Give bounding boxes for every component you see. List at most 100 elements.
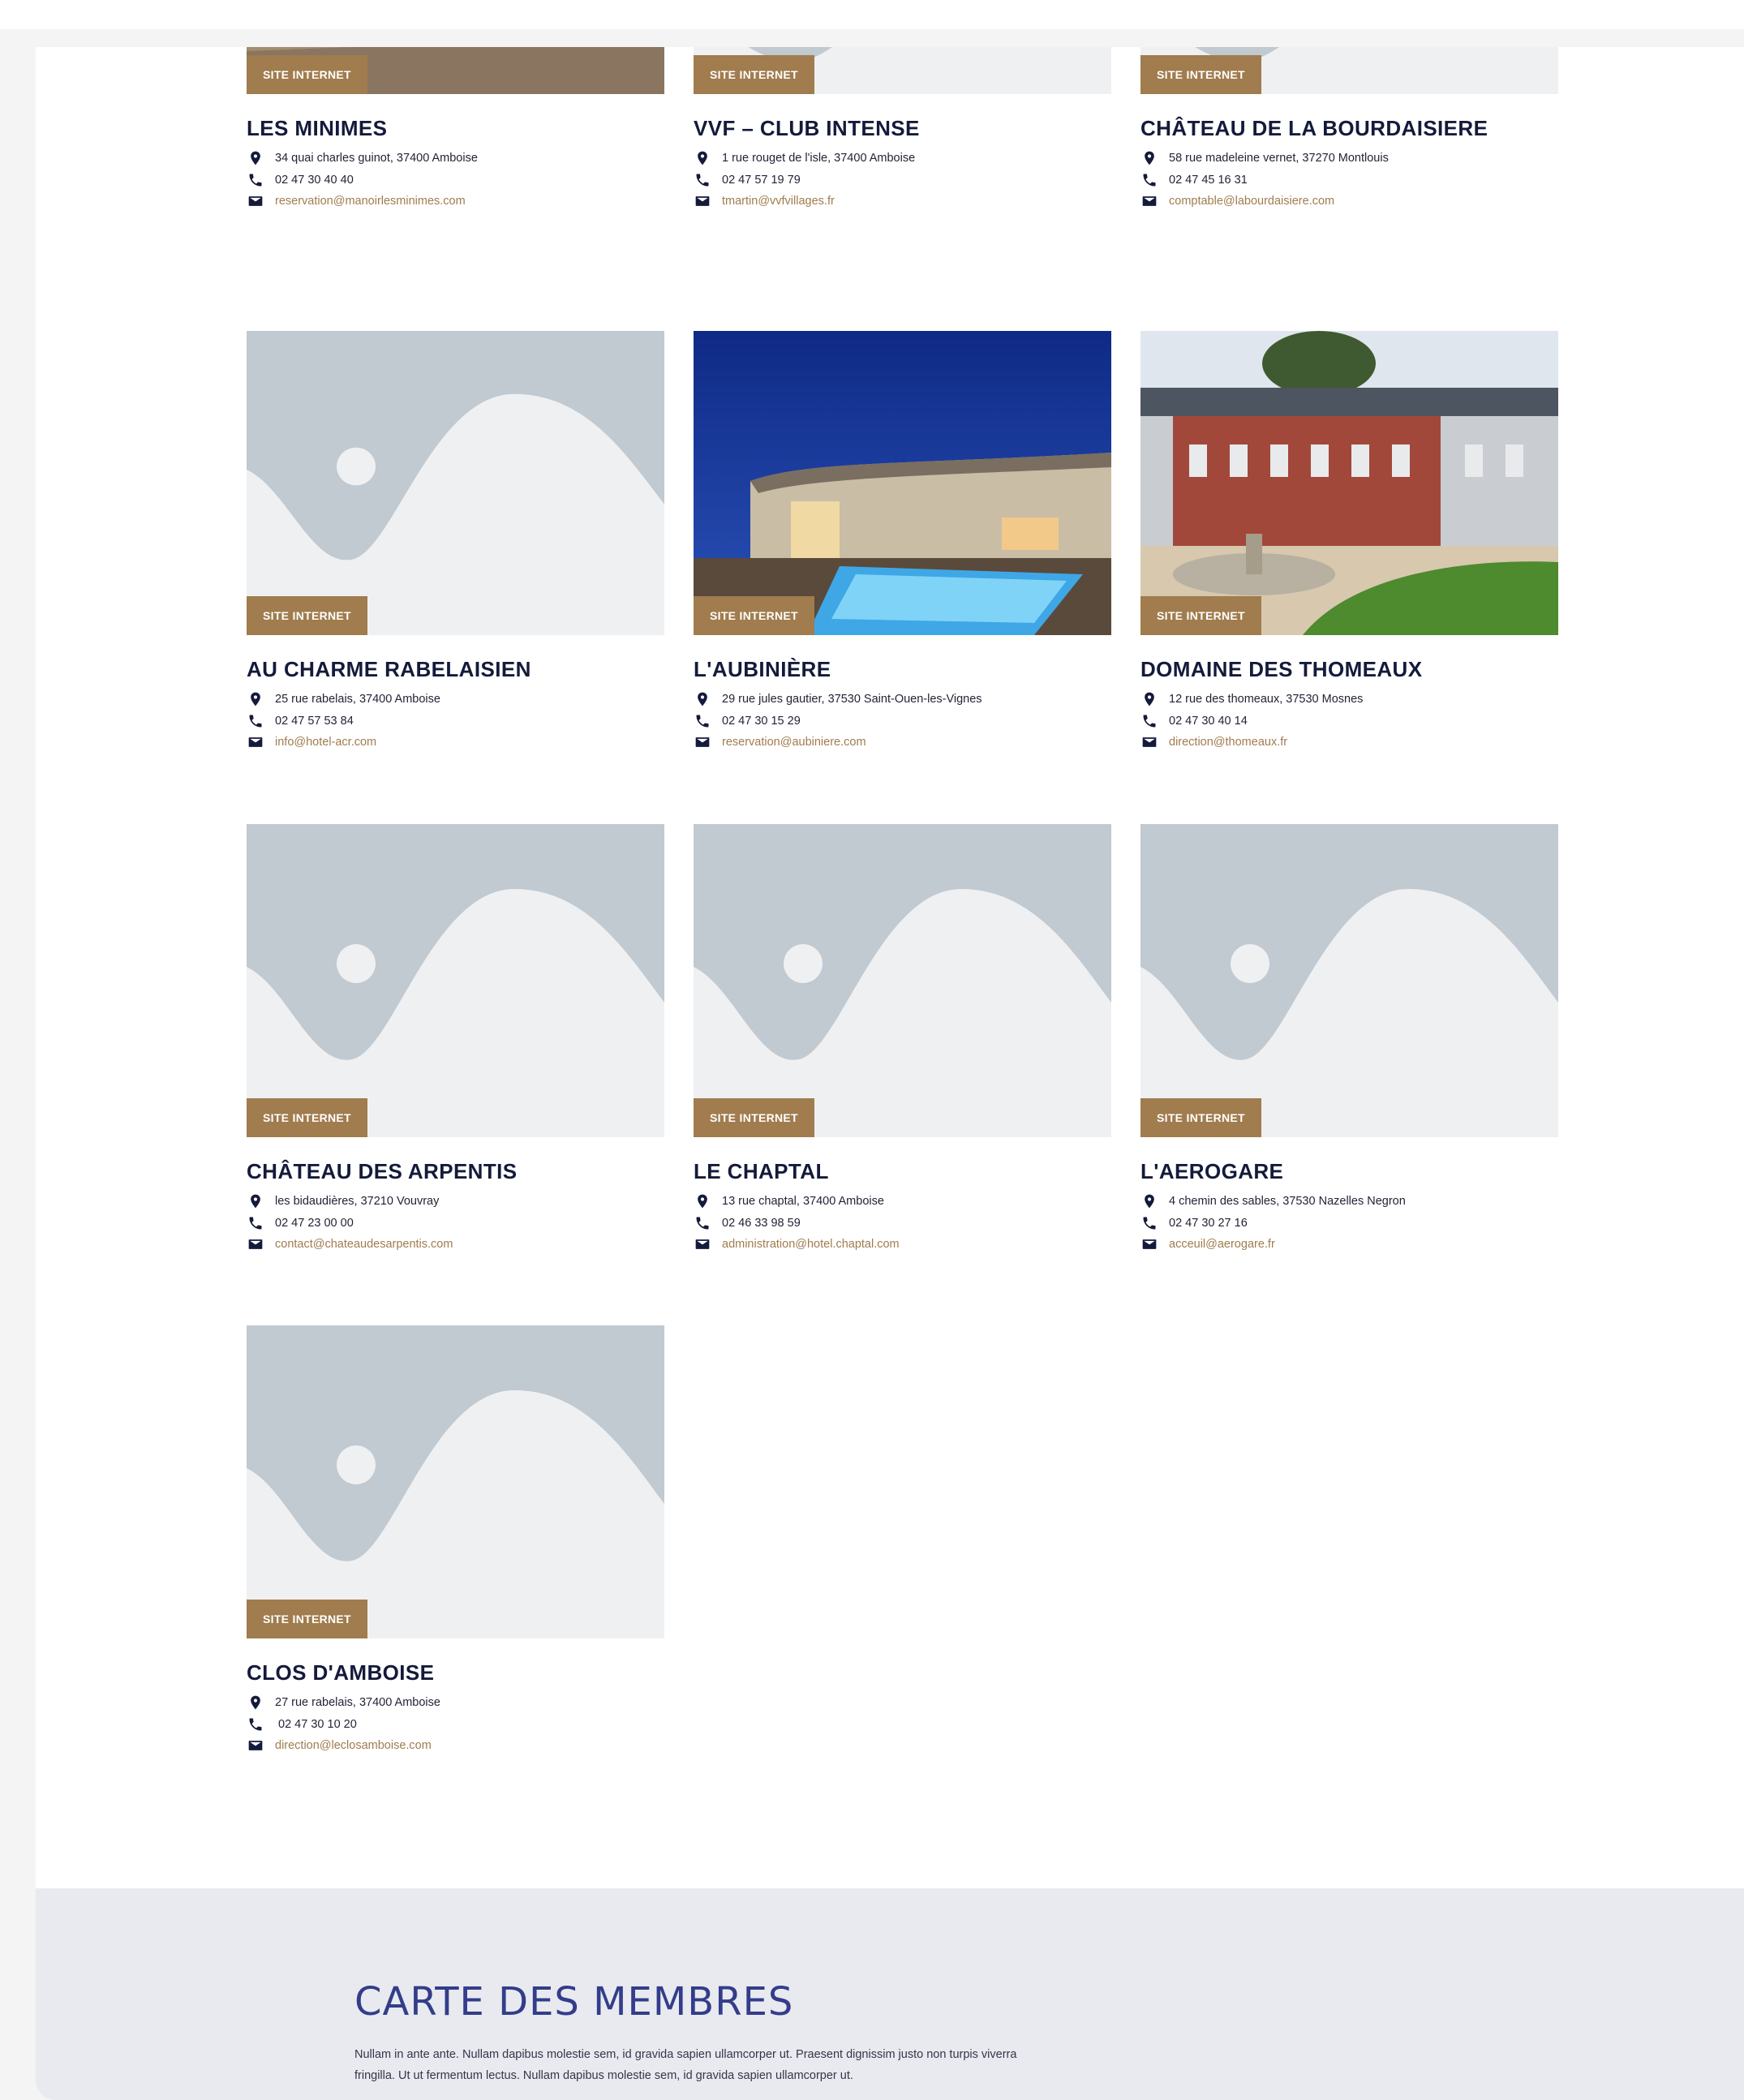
member-image[interactable]: SITE INTERNET <box>247 824 664 1137</box>
envelope-icon <box>248 1239 263 1250</box>
member-name[interactable]: CHÂTEAU DE LA BOURDAISIERE <box>1140 115 1558 141</box>
map-pin-icon <box>1140 1193 1158 1209</box>
envelope-icon <box>1140 193 1158 209</box>
member-name[interactable]: L'AEROGARE <box>1140 1158 1558 1184</box>
site-internet-button[interactable]: SITE INTERNET <box>1140 596 1261 635</box>
member-phone-row: 02 47 30 15 29 <box>694 711 1111 732</box>
member-email-link[interactable]: tmartin@vvfvillages.fr <box>722 195 835 208</box>
map-pin-icon <box>247 1694 264 1711</box>
member-email-link[interactable]: comptable@labourdaisiere.com <box>1169 195 1334 208</box>
site-internet-button[interactable]: SITE INTERNET <box>694 1098 814 1137</box>
member-address-row: 58 rue madeleine vernet, 37270 Montlouis <box>1140 148 1558 170</box>
member-name[interactable]: LES MINIMES <box>247 115 664 141</box>
member-email-link[interactable]: administration@hotel.chaptal.com <box>722 1238 900 1251</box>
member-phone[interactable]: 02 47 30 40 14 <box>1169 715 1248 728</box>
member-address-row: les bidaudières, 37210 Vouvray <box>247 1191 664 1213</box>
member-image[interactable]: SITE INTERNET <box>1140 47 1558 94</box>
member-email-link[interactable]: direction@leclosamboise.com <box>275 1739 432 1752</box>
member-phone-row: 02 47 57 19 79 <box>694 170 1111 191</box>
member-card: SITE INTERNET DOMAINE DES THOMEAUX 12 ru… <box>1140 331 1558 754</box>
member-image[interactable]: SITE INTERNET <box>247 1325 664 1638</box>
map-section-text: Nullam in ante ante. Nullam dapibus mole… <box>354 2048 1017 2082</box>
envelope-icon <box>248 196 263 207</box>
member-email-link[interactable]: reservation@manoirlesminimes.com <box>275 195 466 208</box>
site-internet-button[interactable]: SITE INTERNET <box>247 1600 367 1638</box>
member-address: 1 rue rouget de l'isle, 37400 Amboise <box>722 152 916 165</box>
member-image[interactable]: SITE INTERNET <box>1140 824 1558 1137</box>
member-card: SITE INTERNET VVF – CLUB INTENSE 1 rue r… <box>694 47 1111 213</box>
phone-icon <box>247 1716 264 1733</box>
map-pin-icon <box>247 150 264 166</box>
member-phone[interactable]: 02 47 30 10 20 <box>275 1718 357 1731</box>
map-pin-icon <box>251 1194 260 1209</box>
member-image[interactable]: SITE INTERNET <box>1140 331 1558 635</box>
member-name[interactable]: DOMAINE DES THOMEAUX <box>1140 656 1558 682</box>
member-name[interactable]: CLOS D'AMBOISE <box>247 1660 664 1686</box>
map-pin-icon <box>1140 150 1158 166</box>
member-image[interactable]: SITE INTERNET <box>694 331 1111 635</box>
map-pin-icon <box>251 692 260 706</box>
member-contact-info: 12 rue des thomeaux, 37530 Mosnes 02 47 … <box>1140 689 1558 754</box>
member-phone-row: 02 47 30 40 14 <box>1140 711 1558 732</box>
member-phone[interactable]: 02 47 57 19 79 <box>722 174 801 187</box>
member-email-row: info@hotel-acr.com <box>247 732 664 754</box>
member-name[interactable]: AU CHARME RABELAISIEN <box>247 656 664 682</box>
map-pin-icon <box>694 1193 711 1209</box>
envelope-icon <box>247 734 264 750</box>
member-image[interactable]: SITE INTERNET <box>694 47 1111 94</box>
member-email-link[interactable]: reservation@aubiniere.com <box>722 736 866 749</box>
site-internet-button[interactable]: SITE INTERNET <box>247 55 367 94</box>
site-internet-button[interactable]: SITE INTERNET <box>694 55 814 94</box>
member-name[interactable]: L'AUBINIÈRE <box>694 656 1111 682</box>
envelope-icon <box>1140 734 1158 750</box>
member-image[interactable]: SITE INTERNET <box>247 331 664 635</box>
placeholder-image-graphic <box>247 824 664 1137</box>
member-email-row: reservation@aubiniere.com <box>694 732 1111 754</box>
envelope-icon <box>247 1737 264 1754</box>
member-contact-info: 58 rue madeleine vernet, 37270 Montlouis… <box>1140 148 1558 213</box>
site-internet-button[interactable]: SITE INTERNET <box>1140 55 1261 94</box>
site-internet-button[interactable]: SITE INTERNET <box>1140 1098 1261 1137</box>
member-contact-info: 29 rue jules gautier, 37530 Saint-Ouen-l… <box>694 689 1111 754</box>
members-map-section: CARTE DES MEMBRES Nullam in ante ante. N… <box>36 1888 1744 2100</box>
placeholder-image-graphic <box>247 331 664 635</box>
map-pin-icon <box>1145 1194 1154 1209</box>
envelope-icon <box>248 1741 263 1751</box>
hotel-photo-graphic <box>1140 331 1558 635</box>
member-email-link[interactable]: direction@thomeaux.fr <box>1169 736 1287 749</box>
member-phone[interactable]: 02 47 45 16 31 <box>1169 174 1248 187</box>
envelope-icon <box>694 1236 711 1252</box>
site-internet-button[interactable]: SITE INTERNET <box>694 596 814 635</box>
member-phone[interactable]: 02 47 23 00 00 <box>275 1217 354 1230</box>
map-pin-icon <box>694 691 711 707</box>
member-image[interactable]: SITE INTERNET <box>247 47 664 94</box>
member-phone-row: 02 47 23 00 00 <box>247 1213 664 1235</box>
member-name[interactable]: CHÂTEAU DES ARPENTIS <box>247 1158 664 1184</box>
member-image[interactable]: SITE INTERNET <box>694 824 1111 1137</box>
member-email-link[interactable]: acceuil@aerogare.fr <box>1169 1238 1275 1251</box>
page-top-strip <box>0 0 1744 29</box>
envelope-icon <box>248 737 263 748</box>
site-internet-button[interactable]: SITE INTERNET <box>247 596 367 635</box>
member-phone[interactable]: 02 47 30 40 40 <box>275 174 354 187</box>
site-internet-button[interactable]: SITE INTERNET <box>247 1098 367 1137</box>
member-phone-row: 02 47 30 27 16 <box>1140 1213 1558 1235</box>
map-pin-icon <box>698 151 707 165</box>
map-pin-icon <box>1145 151 1154 165</box>
member-name[interactable]: LE CHAPTAL <box>694 1158 1111 1184</box>
member-email-link[interactable]: info@hotel-acr.com <box>275 736 376 749</box>
member-phone[interactable]: 02 47 30 27 16 <box>1169 1217 1248 1230</box>
member-phone[interactable]: 02 47 30 15 29 <box>722 715 801 728</box>
phone-icon <box>247 172 264 188</box>
member-phone[interactable]: 02 47 57 53 84 <box>275 715 354 728</box>
member-address: 27 rue rabelais, 37400 Amboise <box>275 1696 440 1710</box>
member-phone[interactable]: 02 46 33 98 59 <box>722 1217 801 1230</box>
phone-icon <box>694 713 711 729</box>
member-email-link[interactable]: contact@chateaudesarpentis.com <box>275 1238 453 1251</box>
member-contact-info: 1 rue rouget de l'isle, 37400 Amboise 02… <box>694 148 1111 213</box>
member-address-row: 4 chemin des sables, 37530 Nazelles Negr… <box>1140 1191 1558 1213</box>
member-name[interactable]: VVF – CLUB INTENSE <box>694 115 1111 141</box>
phone-icon <box>249 1217 262 1230</box>
phone-icon <box>696 174 709 187</box>
phone-icon <box>249 715 262 728</box>
